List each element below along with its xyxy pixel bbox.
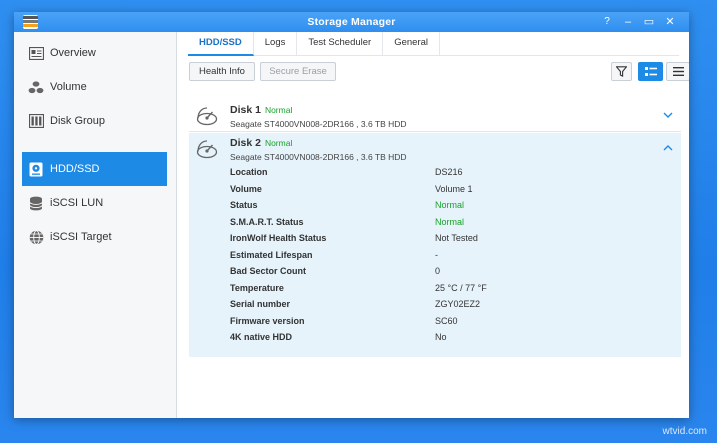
- iscsi-lun-icon: [28, 195, 44, 211]
- detail-view-button[interactable]: [638, 62, 663, 81]
- sidebar-item-iscsi-target[interactable]: iSCSI Target: [22, 220, 167, 254]
- overview-icon: [28, 45, 44, 61]
- sidebar-item-label: HDD/SSD: [50, 163, 100, 175]
- sidebar-item-hdd-ssd[interactable]: HDD/SSD: [22, 152, 167, 186]
- toolbar: Health Info Secure Erase: [189, 62, 689, 82]
- sidebar-item-volume[interactable]: Volume: [22, 70, 167, 104]
- disk-1-status: Normal: [264, 105, 293, 115]
- window-title: Storage Manager: [307, 16, 396, 28]
- detail-row-smart-status: S.M.A.R.T. Status Normal: [230, 217, 689, 234]
- detail-label: Location: [230, 167, 268, 177]
- detail-value: Normal: [435, 216, 465, 227]
- chevron-down-icon[interactable]: [662, 109, 674, 121]
- main-panel: HDD/SSD Logs Test Scheduler General Heal…: [178, 32, 689, 418]
- disk-2-row[interactable]: Disk 2 Normal Seagate ST4000VN008-2DR166 …: [189, 133, 681, 357]
- maximize-icon[interactable]: ▭: [642, 15, 656, 29]
- detail-label: Serial number: [230, 299, 291, 309]
- detail-row-status: Status Normal: [230, 200, 689, 217]
- disk-2-name: Disk 2 Normal: [230, 137, 292, 149]
- detail-label: Bad Sector Count: [230, 266, 307, 276]
- detail-row-temperature: Temperature 25 °C / 77 °F: [230, 283, 689, 300]
- detail-row-location: Location DS216: [230, 167, 689, 184]
- detail-value: DS216: [435, 167, 463, 177]
- disk-2-name-text: Disk 2: [230, 137, 261, 149]
- close-icon[interactable]: ✕: [663, 15, 677, 29]
- sidebar-item-iscsi-lun[interactable]: iSCSI LUN: [22, 186, 167, 220]
- filter-icon: [615, 66, 628, 77]
- detail-row-4k-native-hdd: 4K native HDD No: [230, 332, 689, 349]
- detail-row-firmware-version: Firmware version SC60: [230, 316, 689, 333]
- tab-logs[interactable]: Logs: [254, 32, 298, 56]
- tab-test-scheduler[interactable]: Test Scheduler: [297, 32, 384, 56]
- detail-row-estimated-lifespan: Estimated Lifespan -: [230, 250, 689, 267]
- detail-value: ZGY02EZ2: [435, 299, 481, 309]
- disk-2-status: Normal: [264, 138, 293, 148]
- detail-label: Firmware version: [230, 315, 305, 326]
- sidebar-item-label: iSCSI LUN: [50, 197, 104, 209]
- hdd-icon: [28, 161, 44, 177]
- filter-button[interactable]: [611, 62, 632, 81]
- detail-label: Volume: [230, 183, 262, 194]
- disk-2-details: Location DS216 Volume Volume 1 Status Norma…: [230, 167, 689, 349]
- health-info-button[interactable]: Health Info: [189, 62, 255, 81]
- title-bar[interactable]: Storage Manager ? – ▭ ✕: [14, 12, 689, 32]
- detail-value: Not Tested: [435, 233, 478, 243]
- disk-group-icon: [28, 113, 44, 129]
- sidebar-item-disk-group[interactable]: Disk Group: [22, 104, 167, 138]
- disk-1-name-text: Disk 1: [230, 104, 261, 116]
- disk-2-model: Seagate ST4000VN008-2DR166 , 3.6 TB HDD: [230, 152, 407, 162]
- disk-1-model: Seagate ST4000VN008-2DR166 , 3.6 TB HDD: [230, 119, 407, 129]
- detail-row-volume: Volume Volume 1: [230, 184, 689, 201]
- secure-erase-button[interactable]: Secure Erase: [260, 62, 336, 81]
- detail-label: 4K native HDD: [230, 332, 293, 342]
- detail-label: Status: [230, 200, 258, 210]
- detail-row-ironwolf-health: IronWolf Health Status Not Tested: [230, 233, 689, 250]
- detail-value: 25 °C / 77 °F: [435, 282, 487, 293]
- list-view-button[interactable]: [666, 62, 689, 81]
- sidebar-item-label: Disk Group: [50, 115, 106, 127]
- help-icon[interactable]: ?: [600, 15, 614, 29]
- detail-value: -: [435, 249, 438, 260]
- sidebar: Overview Volume Disk Group HDD/SSD iSCSI…: [14, 32, 177, 418]
- detail-list-icon: [644, 67, 657, 76]
- detail-row-serial-number: Serial number ZGY02EZ2: [230, 299, 689, 316]
- detail-value: Normal: [435, 200, 465, 210]
- detail-value: 0: [435, 266, 441, 276]
- disk-icon: [196, 107, 218, 126]
- tab-bar: HDD/SSD Logs Test Scheduler General: [188, 32, 679, 56]
- detail-row-bad-sector-count: Bad Sector Count 0: [230, 266, 689, 283]
- chevron-up-icon[interactable]: [662, 142, 674, 154]
- disk-1-row[interactable]: Disk 1 Normal Seagate ST4000VN008-2DR166 …: [189, 100, 681, 132]
- detail-value: SC60: [435, 315, 458, 326]
- tab-general[interactable]: General: [383, 32, 441, 56]
- tab-hdd-ssd[interactable]: HDD/SSD: [188, 32, 254, 56]
- detail-label: S.M.A.R.T. Status: [230, 216, 304, 227]
- sidebar-item-label: iSCSI Target: [50, 231, 112, 243]
- detail-label: Estimated Lifespan: [230, 249, 313, 260]
- detail-value: Volume 1: [435, 183, 473, 194]
- sidebar-item-overview[interactable]: Overview: [22, 36, 167, 70]
- list-icon: [672, 67, 684, 76]
- watermark: wtvid.com: [662, 426, 707, 437]
- volume-icon: [28, 79, 44, 95]
- disk-1-name: Disk 1 Normal: [230, 104, 292, 116]
- detail-value: No: [435, 332, 447, 342]
- disk-icon: [196, 140, 218, 159]
- detail-label: IronWolf Health Status: [230, 233, 327, 243]
- sidebar-item-label: Overview: [50, 47, 96, 59]
- detail-label: Temperature: [230, 282, 284, 293]
- storage-manager-window: Storage Manager ? – ▭ ✕ Overview Volume …: [14, 12, 689, 418]
- iscsi-target-icon: [28, 229, 44, 245]
- sidebar-item-label: Volume: [50, 81, 87, 93]
- minimize-icon[interactable]: –: [621, 15, 635, 29]
